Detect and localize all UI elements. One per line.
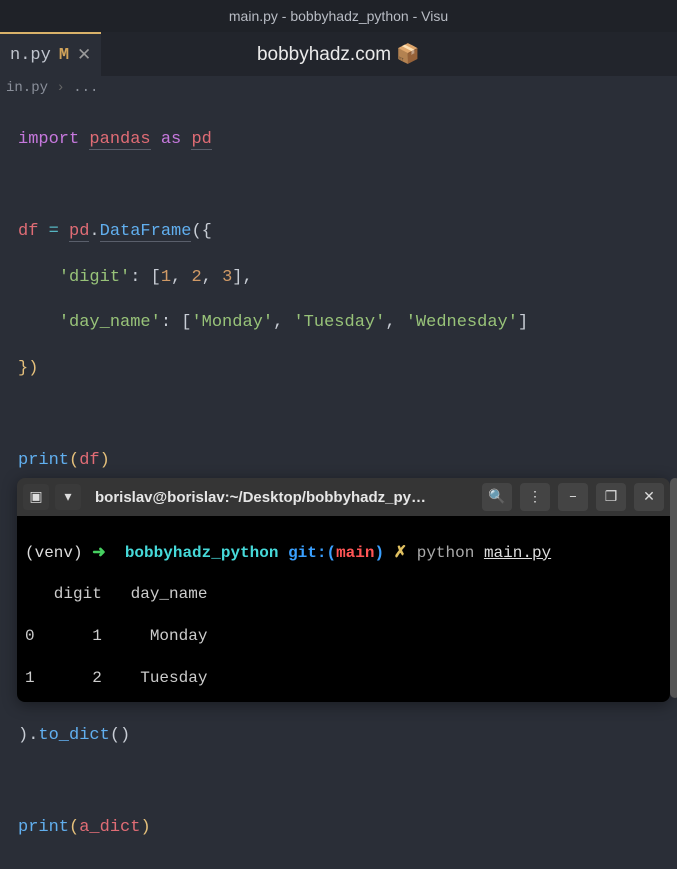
maximize-button[interactable]: ❐ [596,483,626,511]
minimize-button[interactable]: – [558,483,588,511]
search-icon[interactable]: 🔍 [482,483,512,511]
brand-label: bobbyhadz.com 📦 [257,42,420,66]
code-line: ).to_dict() [18,725,659,748]
terminal-line: digit day_name [25,584,662,605]
menu-icon[interactable]: ⋮ [520,483,550,511]
file-tab[interactable]: n.py M ✕ [0,32,101,76]
window-titlebar: main.py - bobbyhadz_python - Visu [0,0,677,32]
chevron-right-icon: › [56,80,64,96]
modified-badge: M [59,46,69,65]
tab-filename: n.py [10,46,51,65]
terminal-body[interactable]: (venv) ➜ bobbyhadz_python git:(main) ✗ p… [17,516,670,702]
close-button[interactable]: ✕ [634,483,664,511]
code-line: import pandas as pd [18,129,659,152]
code-line: 'digit': [1, 2, 3], [18,267,659,290]
code-line [18,404,659,427]
close-icon[interactable]: ✕ [77,45,91,66]
terminal-line: 1 2 Tuesday [25,668,662,689]
tab-dropdown-button[interactable]: ▾ [55,484,81,510]
code-line [18,175,659,198]
code-line: print(df) [18,450,659,473]
terminal-line: (venv) ➜ bobbyhadz_python git:(main) ✗ p… [25,543,662,564]
code-line: print(a_dict) [18,817,659,840]
code-line [18,771,659,794]
terminal-window: ▣ ▾ borislav@borislav:~/Desktop/bobbyhad… [17,478,670,702]
terminal-title: borislav@borislav:~/Desktop/bobbyhadz_py… [87,489,427,506]
breadcrumb[interactable]: in.py › ... [0,76,677,100]
crumb-file: in.py [6,80,48,96]
scrollbar[interactable] [670,478,677,698]
code-line: }) [18,358,659,381]
new-tab-button[interactable]: ▣ [23,484,49,510]
terminal-line: 0 1 Monday [25,626,662,647]
code-line: df = pd.DataFrame({ [18,221,659,244]
editor-tabrow: n.py M ✕ bobbyhadz.com 📦 [0,32,677,76]
terminal-titlebar: ▣ ▾ borislav@borislav:~/Desktop/bobbyhad… [17,478,670,516]
crumb-rest: ... [73,80,98,96]
code-line: 'day_name': ['Monday', 'Tuesday', 'Wedne… [18,312,659,335]
